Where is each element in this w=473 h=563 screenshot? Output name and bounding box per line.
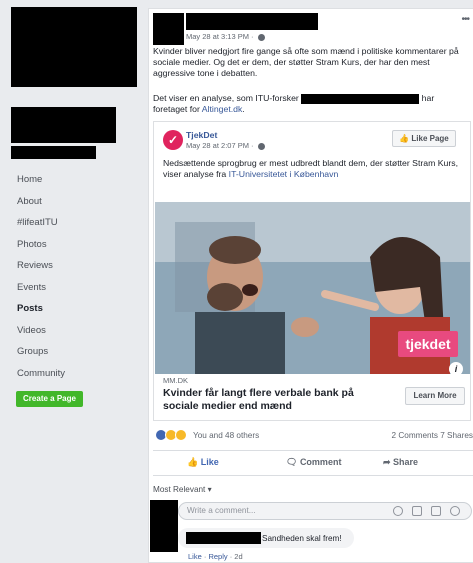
- emoji-icon[interactable]: [393, 506, 403, 516]
- sidebar-item-posts[interactable]: Posts: [11, 298, 131, 320]
- create-page-button[interactable]: Create a Page: [16, 391, 83, 407]
- reactions-summary[interactable]: You and 48 others: [193, 431, 259, 440]
- post-text-secondary: Det viser en analyse, som ITU-forsker ha…: [153, 93, 435, 114]
- link-title[interactable]: Kvinder får langt flere verbale bank på …: [163, 387, 388, 413]
- comments-shares-count[interactable]: 2 Comments 7 Shares: [392, 431, 473, 440]
- redacted-profile-photo: [11, 7, 137, 87]
- share-button[interactable]: ➦ Share: [383, 457, 418, 468]
- like-page-button[interactable]: 👍 Like Page: [392, 130, 456, 147]
- comment-icon: 🗨: [286, 457, 300, 467]
- comment-sort-dropdown[interactable]: Most Relevant ▾: [153, 484, 212, 494]
- comment-input[interactable]: Write a comment...: [178, 502, 472, 520]
- page-sidebar-nav: Home About #lifeatITU Photos Reviews Eve…: [11, 169, 131, 384]
- sidebar-item-home[interactable]: Home: [11, 169, 131, 191]
- sidebar-item-photos[interactable]: Photos: [11, 234, 131, 256]
- sidebar-item-community[interactable]: Community: [11, 363, 131, 385]
- link-domain: MM.DK: [163, 376, 188, 385]
- learn-more-button[interactable]: Learn More: [405, 387, 465, 405]
- wow-reaction-icon: [175, 429, 187, 441]
- thumbs-up-icon: 👍: [187, 457, 201, 467]
- comment-text: Sandheden skal frem!: [262, 534, 342, 543]
- redacted-page-subtitle: [11, 146, 96, 159]
- sidebar-item-reviews[interactable]: Reviews: [11, 255, 131, 277]
- sidebar-item-events[interactable]: Events: [11, 277, 131, 299]
- info-icon[interactable]: i: [449, 362, 463, 376]
- share-icon: ➦: [383, 457, 394, 467]
- redacted-researcher-name: [301, 93, 420, 104]
- shared-page-name[interactable]: TjekDet: [186, 130, 217, 140]
- redacted-commenter-name: [186, 532, 261, 544]
- camera-icon[interactable]: [412, 506, 422, 516]
- comment-time[interactable]: 2d: [234, 552, 242, 561]
- redacted-page-name: [11, 107, 116, 143]
- comment-button[interactable]: 🗨 Comment: [286, 457, 341, 468]
- sidebar-item-groups[interactable]: Groups: [11, 341, 131, 363]
- globe-icon: [257, 33, 265, 41]
- tjekdet-avatar[interactable]: ✓: [163, 130, 183, 150]
- redacted-author-avatar: [153, 13, 184, 45]
- sidebar-item-lifeatitu[interactable]: #lifeatITU: [11, 212, 131, 234]
- itu-link[interactable]: IT-Universitetet i København: [229, 169, 339, 179]
- comment-placeholder: Write a comment...: [187, 506, 256, 515]
- redacted-commenter-avatar: [150, 500, 178, 552]
- comment-meta: Like · Reply · 2d: [188, 552, 243, 561]
- redacted-author-name: [186, 13, 318, 30]
- tjekdet-logo: tjekdet: [398, 331, 458, 357]
- shared-text: Nedsættende sprogbrug er mest udbredt bl…: [163, 158, 459, 179]
- like-button[interactable]: 👍 Like: [187, 457, 219, 468]
- comment-like-link[interactable]: Like: [188, 552, 202, 561]
- gif-icon[interactable]: [431, 506, 441, 516]
- sidebar-item-about[interactable]: About: [11, 191, 131, 213]
- shared-timestamp[interactable]: May 28 at 2:07 PM ·: [186, 141, 265, 150]
- post-text: Kvinder bliver nedgjort fire gange så of…: [153, 46, 459, 78]
- globe-icon: [257, 142, 265, 150]
- thumbs-up-icon: 👍: [399, 134, 412, 143]
- sticker-icon[interactable]: [450, 506, 460, 516]
- post-actions-bar: 👍 Like 🗨 Comment ➦ Share: [153, 450, 473, 476]
- more-options-icon[interactable]: •••: [461, 14, 469, 25]
- post-timestamp[interactable]: May 28 at 3:13 PM ·: [186, 32, 265, 41]
- sidebar-item-videos[interactable]: Videos: [11, 320, 131, 342]
- comment-reply-link[interactable]: Reply: [208, 552, 227, 561]
- altinget-link[interactable]: Altinget.dk: [202, 104, 243, 114]
